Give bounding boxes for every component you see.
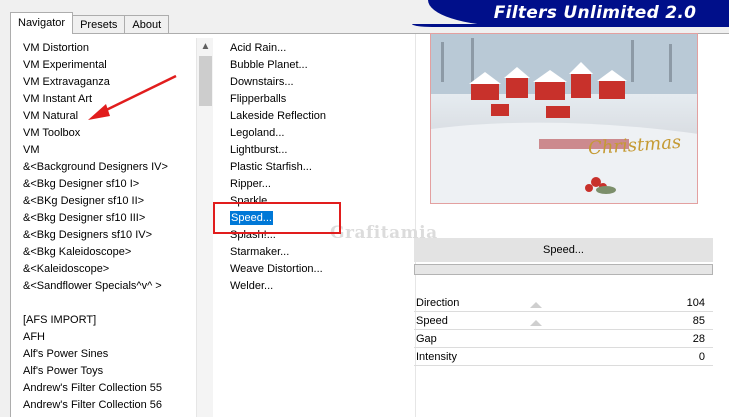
tab-navigator[interactable]: Navigator [10,12,74,34]
param-label: Gap [416,333,437,345]
filter-item[interactable]: Lakeside Reflection [217,108,407,125]
param-value[interactable]: 85 [693,312,705,330]
progress-bar [414,264,713,275]
category-item[interactable]: Andrew's Filter Collection 56 [23,397,203,414]
filter-item[interactable]: Welder... [217,278,407,295]
filter-item-label: Downstairs... [230,76,294,88]
filter-name-bar: Speed... [414,238,713,262]
slider-marker-icon[interactable] [530,302,542,308]
filter-item[interactable]: Bubble Planet... [217,57,407,74]
category-item[interactable]: AFH [23,329,203,346]
category-item[interactable]: &<Bkg Designer sf10 III> [23,210,203,227]
highlight-box [213,202,341,234]
filter-item-label: Lakeside Reflection [230,110,327,122]
filter-item[interactable]: Legoland... [217,125,407,142]
param-row[interactable]: Direction 104 [414,294,713,312]
category-item[interactable]: Andrew's Filter Collection 55 [23,380,203,397]
filter-item[interactable]: Lightburst... [217,142,407,159]
filter-item-label: Weave Distortion... [230,263,323,275]
filter-item[interactable]: Ripper... [217,176,407,193]
filter-item-label: Acid Rain... [230,42,287,54]
category-item[interactable]: &<Bkg Designer sf10 I> [23,176,203,193]
param-value[interactable]: 104 [687,294,705,312]
category-item[interactable]: &<Bkg Designers sf10 IV> [23,227,203,244]
param-label: Intensity [416,351,457,363]
filter-item[interactable]: Flipperballs [217,91,407,108]
category-item[interactable]: &<Background Designers IV> [23,159,203,176]
filter-item-label: Ripper... [230,178,271,190]
preview-area: Christmas [420,30,698,222]
category-item[interactable]: &<Bkg Kaleidoscope> [23,244,203,261]
filter-list[interactable]: Acid Rain... Bubble Planet... Downstairs..… [217,40,407,295]
param-label: Speed [416,315,448,327]
red-arrow-icon [88,74,177,120]
slider-marker-icon[interactable] [530,320,542,326]
filter-item-label: Bubble Planet... [230,59,308,71]
scroll-thumb[interactable] [199,56,212,106]
preview-image: Christmas [430,33,698,204]
category-item[interactable]: [AFS IMPORT] [23,312,203,329]
param-row[interactable]: Intensity 0 [414,348,713,366]
category-item[interactable]: Alf's Power Toys [23,363,203,380]
category-item[interactable]: &<BKg Designer sf10 II> [23,193,203,210]
filter-item[interactable]: Acid Rain... [217,40,407,57]
tab-presets[interactable]: Presets [72,15,126,34]
banner-title: Filters Unlimited 2.0 [493,3,697,23]
category-item[interactable]: VM Distortion [23,40,203,57]
filter-item-label: Flipperballs [230,93,287,105]
winter-village-picture [431,34,697,203]
category-scrollbar[interactable]: ▲ [196,38,213,417]
parameter-list: Direction 104 Speed 85 Gap 28 Intensity 0 [414,294,713,366]
category-item[interactable]: &<Kaleidoscope> [23,261,203,278]
category-item[interactable]: Alf's Power Sines [23,346,203,363]
param-value[interactable]: 28 [693,330,705,348]
filter-item-label: Lightburst... [230,144,288,156]
filter-item-label: Plastic Starfish... [230,161,312,173]
tab-about[interactable]: About [124,15,170,34]
scroll-up-arrow-icon[interactable]: ▲ [197,38,214,55]
param-value[interactable]: 0 [699,348,705,366]
category-item[interactable]: VM [23,142,203,159]
category-item[interactable]: &<Sandflower Specials^v^ > [23,278,203,295]
tab-bar: Navigator Presets About [10,12,170,34]
param-row[interactable]: Speed 85 [414,312,713,330]
filter-item[interactable]: Plastic Starfish... [217,159,407,176]
param-row[interactable]: Gap 28 [414,330,713,348]
filter-item[interactable]: Weave Distortion... [217,261,407,278]
filter-item-label: Legoland... [230,127,285,139]
banner-underline [412,24,729,27]
filter-item-label: Starmaker... [230,246,290,258]
filter-item[interactable]: Starmaker... [217,244,407,261]
filter-item-label: Welder... [230,280,274,292]
filter-item[interactable]: Downstairs... [217,74,407,91]
param-label: Direction [416,297,460,309]
